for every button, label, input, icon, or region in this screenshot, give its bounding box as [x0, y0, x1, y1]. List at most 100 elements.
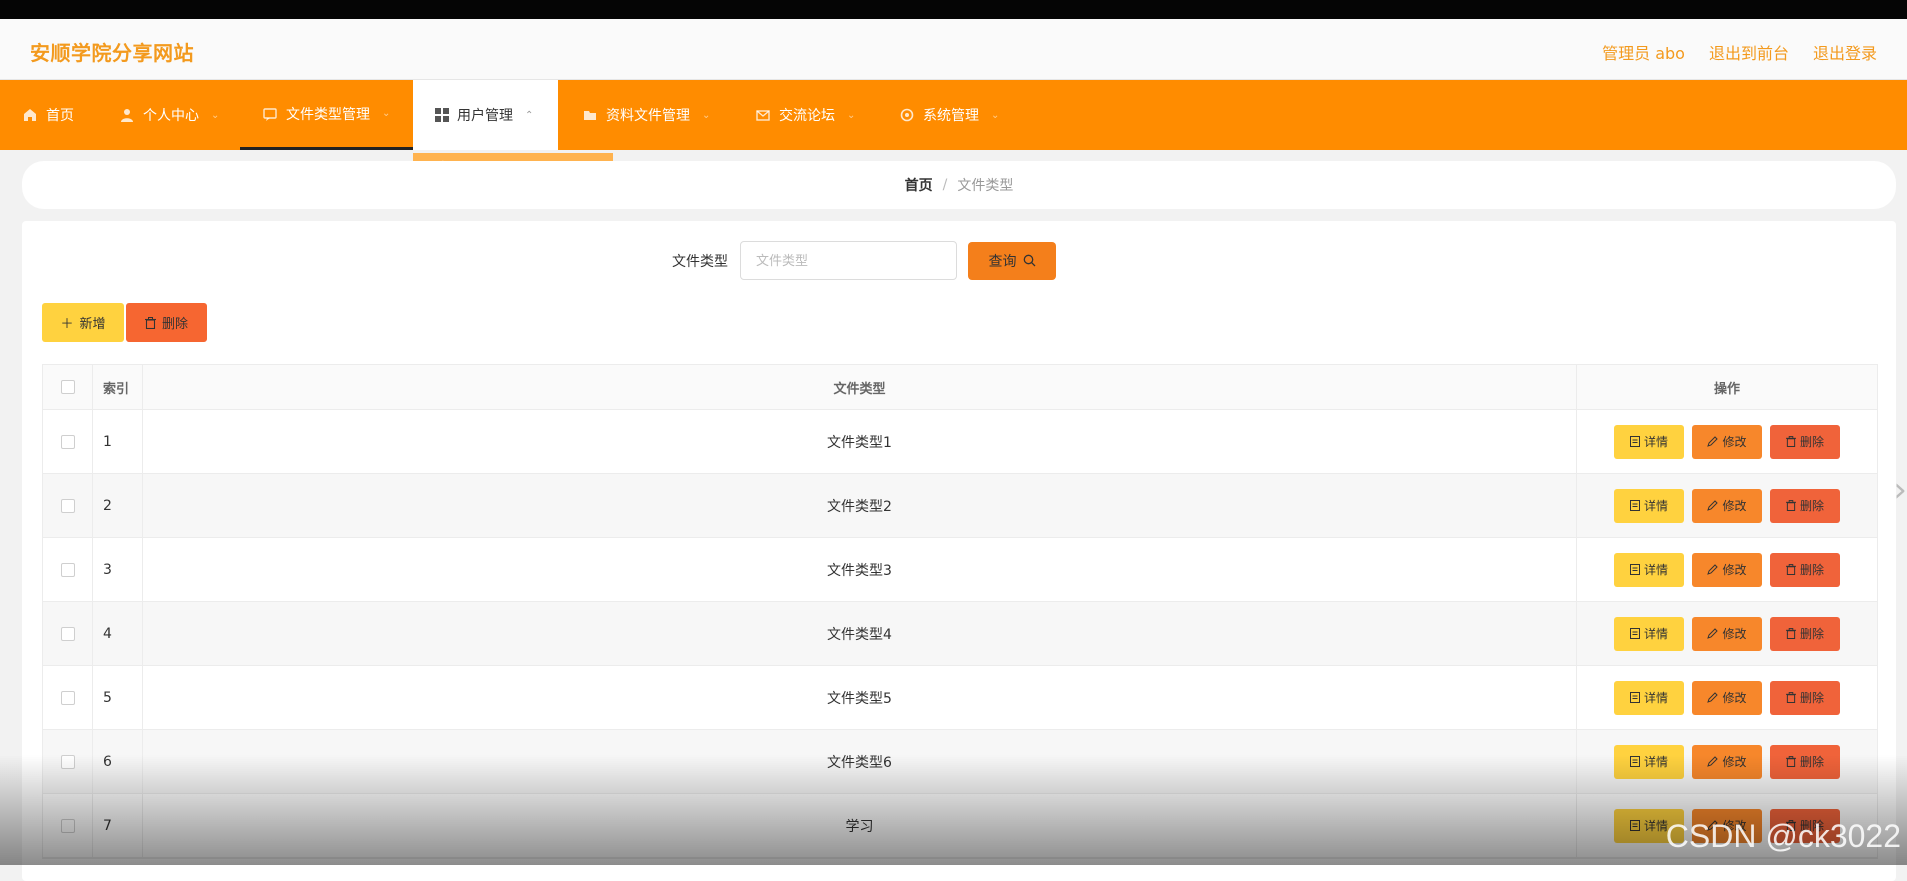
chevron-down-icon: ⌄: [382, 108, 390, 119]
search-input[interactable]: [740, 241, 957, 280]
row-checkbox[interactable]: [61, 499, 75, 513]
table-header-row: 索引 文件类型 操作: [43, 365, 1877, 410]
detail-label: 详情: [1644, 433, 1668, 450]
document-icon: [1630, 500, 1640, 511]
row-check-cell: [43, 666, 93, 729]
detail-label: 详情: [1644, 817, 1668, 834]
row-ops: 详情 修改 删除: [1577, 666, 1877, 729]
edit-button[interactable]: 修改: [1692, 681, 1762, 715]
row-check-cell: [43, 538, 93, 601]
detail-label: 详情: [1644, 497, 1668, 514]
trash-icon: [1786, 692, 1796, 703]
chat-icon: [262, 106, 278, 122]
home-icon: [22, 107, 38, 123]
row-delete-button[interactable]: 删除: [1770, 617, 1840, 651]
detail-button[interactable]: 详情: [1614, 489, 1684, 523]
document-icon: [1630, 628, 1640, 639]
nav-filetype-label: 文件类型管理: [286, 104, 370, 124]
row-check-cell: [43, 602, 93, 665]
action-row: ＋ 新增 删除: [42, 303, 207, 342]
delete-label: 删除: [1800, 753, 1824, 770]
nav-personal[interactable]: 个人中心 ⌄: [97, 80, 241, 150]
document-icon: [1630, 564, 1640, 575]
nav-filetype[interactable]: 文件类型管理 ⌄: [240, 80, 413, 150]
row-index: 3: [93, 538, 143, 601]
edit-icon: [1707, 500, 1718, 511]
search-button-label: 查询: [989, 251, 1017, 271]
edit-button[interactable]: 修改: [1692, 553, 1762, 587]
breadcrumb-home[interactable]: 首页: [905, 175, 933, 195]
edit-icon: [1707, 436, 1718, 447]
header: 安顺学院分享网站 管理员 abo 退出到前台 退出登录: [0, 19, 1907, 80]
watermark: CSDN @ck3022: [1666, 818, 1901, 855]
edit-button[interactable]: 修改: [1692, 617, 1762, 651]
site-title: 安顺学院分享网站: [30, 37, 194, 66]
table-body: 1 文件类型1 详情 修改 删除 2 文件类型2 详情: [43, 410, 1877, 858]
edit-button[interactable]: 修改: [1692, 425, 1762, 459]
nav-system[interactable]: 系统管理 ⌄: [877, 80, 1021, 150]
row-delete-button[interactable]: 删除: [1770, 425, 1840, 459]
row-checkbox[interactable]: [61, 563, 75, 577]
row-delete-button[interactable]: 删除: [1770, 489, 1840, 523]
edit-icon: [1707, 692, 1718, 703]
chevron-down-icon: ⌄: [211, 110, 219, 121]
nav-users[interactable]: 用户管理 ⌃: [413, 80, 558, 150]
edit-button[interactable]: 修改: [1692, 489, 1762, 523]
row-ops: 详情 修改 删除: [1577, 602, 1877, 665]
trash-icon: [1786, 500, 1796, 511]
main-navbar: 首页 个人中心 ⌄ 文件类型管理 ⌄ 用户管理 ⌃ 资料文件管理 ⌄ 交流论坛 …: [0, 80, 1907, 150]
select-all-checkbox[interactable]: [61, 380, 75, 394]
table-row: 2 文件类型2 详情 修改 删除: [43, 474, 1877, 538]
nav-forum[interactable]: 交流论坛 ⌄: [733, 80, 877, 150]
row-checkbox[interactable]: [61, 627, 75, 641]
detail-button[interactable]: 详情: [1614, 681, 1684, 715]
row-index: 7: [93, 794, 143, 857]
detail-button[interactable]: 详情: [1614, 553, 1684, 587]
row-delete-button[interactable]: 删除: [1770, 553, 1840, 587]
nav-files[interactable]: 资料文件管理 ⌄: [560, 80, 732, 150]
row-type: 文件类型6: [143, 730, 1577, 793]
search-button[interactable]: 查询: [968, 242, 1056, 280]
detail-button[interactable]: 详情: [1614, 745, 1684, 779]
logout-link[interactable]: 退出登录: [1813, 40, 1877, 64]
edit-label: 修改: [1722, 625, 1746, 642]
trash-icon: [1786, 756, 1796, 767]
user-icon: [119, 107, 135, 123]
row-delete-button[interactable]: 删除: [1770, 745, 1840, 779]
row-index: 6: [93, 730, 143, 793]
row-checkbox[interactable]: [61, 819, 75, 833]
bulk-delete-button[interactable]: 删除: [126, 303, 207, 342]
table-row: 7 学习 详情 修改 删除: [43, 794, 1877, 858]
nav-home[interactable]: 首页: [0, 80, 96, 150]
row-checkbox[interactable]: [61, 755, 75, 769]
breadcrumb: 首页 / 文件类型: [22, 161, 1896, 209]
row-index: 4: [93, 602, 143, 665]
nav-forum-label: 交流论坛: [779, 105, 835, 125]
admin-label[interactable]: 管理员 abo: [1602, 40, 1685, 64]
row-check-cell: [43, 410, 93, 473]
delete-label: 删除: [1800, 689, 1824, 706]
detail-button[interactable]: 详情: [1614, 617, 1684, 651]
delete-label: 删除: [1800, 561, 1824, 578]
row-check-cell: [43, 794, 93, 857]
mail-icon: [755, 107, 771, 123]
nav-files-label: 资料文件管理: [606, 105, 690, 125]
row-checkbox[interactable]: [61, 435, 75, 449]
row-checkbox[interactable]: [61, 691, 75, 705]
exit-front-link[interactable]: 退出到前台: [1709, 40, 1789, 64]
edit-icon: [1707, 628, 1718, 639]
header-type: 文件类型: [143, 365, 1577, 409]
edit-label: 修改: [1722, 561, 1746, 578]
row-delete-button[interactable]: 删除: [1770, 681, 1840, 715]
filetype-table: 索引 文件类型 操作 1 文件类型1 详情 修改 删除 2 文件类型2: [42, 364, 1878, 859]
add-button[interactable]: ＋ 新增: [42, 303, 124, 342]
row-ops: 详情 修改 删除: [1577, 538, 1877, 601]
detail-button[interactable]: 详情: [1614, 425, 1684, 459]
chevron-right-icon[interactable]: ›: [1893, 470, 1907, 510]
delete-label: 删除: [1800, 433, 1824, 450]
edit-label: 修改: [1722, 753, 1746, 770]
row-ops: 详情 修改 删除: [1577, 410, 1877, 473]
edit-button[interactable]: 修改: [1692, 745, 1762, 779]
add-button-label: 新增: [80, 313, 106, 332]
plus-icon: ＋: [60, 313, 73, 332]
